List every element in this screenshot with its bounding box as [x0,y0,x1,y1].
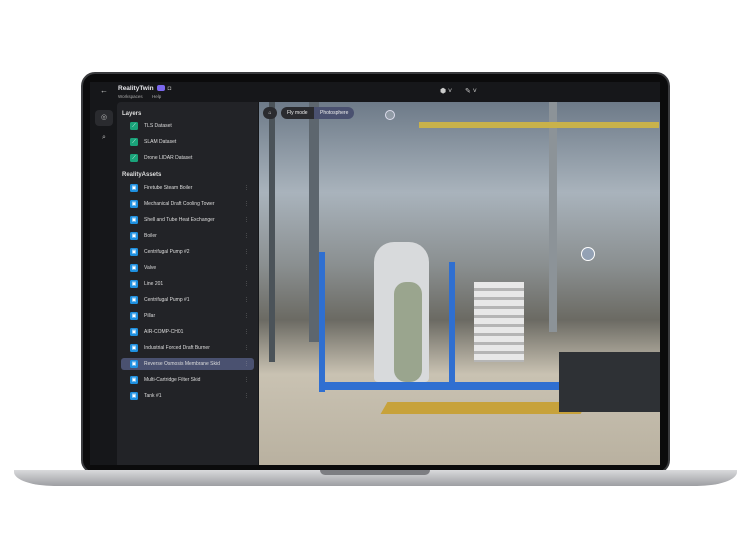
asset-item[interactable]: ▣ Reverse Osmosis Membrane Skid ⋮ [121,358,254,370]
asset-item[interactable]: ▣ Centrifugal Pump #2 ⋮ [121,246,254,258]
asset-label: Centrifugal Pump #1 [144,297,190,303]
photosphere-viewport[interactable]: ⌂ Fly mode Photosphere [259,102,660,465]
layers-heading: Layers [122,111,142,117]
more-menu-icon[interactable]: ⋮ [244,390,249,402]
asset-icon: ▣ [130,184,138,192]
layer-label: TLS Dataset [144,123,172,129]
more-menu-icon[interactable]: ⋮ [244,246,249,258]
asset-label: Shell and Tube Heat Exchanger [144,217,215,223]
layer-label: Drone LIDAR Dataset [144,155,193,161]
asset-icon: ▣ [130,344,138,352]
asset-icon: ▣ [130,232,138,240]
asset-icon: ▣ [130,376,138,384]
pen-icon[interactable]: ✎ ˅ [465,87,477,95]
asset-label: Tank #1 [144,393,162,399]
nav-help[interactable]: Help [152,94,161,99]
asset-item[interactable]: ▣ Centrifugal Pump #1 ⋮ [121,294,254,306]
asset-label: Industrial Forced Draft Burner [144,345,210,351]
asset-item[interactable]: ▣ Boiler ⋮ [121,230,254,242]
more-menu-icon[interactable]: ⋮ [244,214,249,226]
camera-icon[interactable]: ◘ [168,86,172,92]
asset-icon: ▣ [130,312,138,320]
more-menu-icon[interactable]: ⋮ [244,342,249,354]
app-screen: ← RealityTwin ◘ Workspaces Help ⬢ ˅ ✎ ˅ ◎… [90,82,660,465]
asset-item[interactable]: ▣ AIR-COMP-CH01 ⋮ [121,326,254,338]
fly-mode-button[interactable]: Fly mode [281,107,314,119]
asset-item[interactable]: ▣ Tank #1 ⋮ [121,390,254,402]
home-icon[interactable]: ⌂ [263,107,277,119]
back-arrow-icon[interactable]: ← [100,86,108,95]
assets-heading: RealityAssets [122,172,162,178]
asset-icon: ▣ [130,264,138,272]
more-menu-icon[interactable]: ⋮ [244,198,249,210]
asset-label: Centrifugal Pump #2 [144,249,190,255]
dataset-icon: ⟋ [130,154,138,162]
asset-label: AIR-COMP-CH01 [144,329,184,335]
layer-item[interactable]: ⟋ SLAM Dataset [121,136,254,148]
asset-label: Firetube Steam Boiler [144,185,193,191]
layers-panel: Layers RealityAssets ⟋ TLS Dataset ⟋ SLAM D… [117,102,258,465]
asset-item[interactable]: ▣ Shell and Tube Heat Exchanger ⋮ [121,214,254,226]
asset-item[interactable]: ▣ Valve ⋮ [121,262,254,274]
more-menu-icon[interactable]: ⋮ [244,262,249,274]
asset-item[interactable]: ▣ Pillar ⋮ [121,310,254,322]
more-menu-icon[interactable]: ⋮ [244,182,249,194]
asset-item[interactable]: ▣ Mechanical Draft Cooling Tower ⋮ [121,198,254,210]
asset-icon: ▣ [130,296,138,304]
asset-icon: ▣ [130,280,138,288]
asset-item[interactable]: ▣ Industrial Forced Draft Burner ⋮ [121,342,254,354]
app-title: RealityTwin [118,85,154,92]
nav-workspaces[interactable]: Workspaces [118,94,143,99]
dataset-icon: ⟋ [130,122,138,130]
asset-icon: ▣ [130,216,138,224]
laptop-notch [320,470,430,475]
more-menu-icon[interactable]: ⋮ [244,278,249,290]
asset-label: Valve [144,265,157,271]
more-menu-icon[interactable]: ⋮ [244,310,249,322]
asset-item[interactable]: ▣ Firetube Steam Boiler ⋮ [121,182,254,194]
workspace-badge-icon[interactable] [156,85,165,92]
search-icon[interactable]: ⌕ [95,130,113,146]
asset-item[interactable]: ▣ Line 201 ⋮ [121,278,254,290]
photosphere-marker-icon[interactable] [581,247,595,261]
layer-label: SLAM Dataset [144,139,177,145]
layer-item[interactable]: ⟋ Drone LIDAR Dataset [121,152,254,164]
more-menu-icon[interactable]: ⋮ [244,294,249,306]
asset-label: Pillar [144,313,156,319]
dataset-icon: ⟋ [130,138,138,146]
more-menu-icon[interactable]: ⋮ [244,230,249,242]
cube-view-icon[interactable]: ⬢ ˅ [440,87,452,95]
left-rail: ◎ ⌕ [90,102,117,465]
asset-label: Boiler [144,233,157,239]
layers-icon[interactable]: ◎ [95,110,113,126]
asset-label: Multi-Cartridge Filter Skid [144,377,201,383]
more-menu-icon[interactable]: ⋮ [244,358,249,370]
asset-label: Line 201 [144,281,164,287]
layer-item[interactable]: ⟋ TLS Dataset [121,120,254,132]
more-menu-icon[interactable]: ⋮ [244,326,249,338]
photosphere-button[interactable]: Photosphere [314,107,355,119]
asset-icon: ▣ [130,360,138,368]
photosphere-marker-icon[interactable] [385,110,395,120]
asset-icon: ▣ [130,392,138,400]
asset-label: Mechanical Draft Cooling Tower [144,201,215,207]
top-bar: ← RealityTwin ◘ Workspaces Help ⬢ ˅ ✎ ˅ [90,82,660,102]
asset-icon: ▣ [130,200,138,208]
asset-icon: ▣ [130,248,138,256]
asset-label: Reverse Osmosis Membrane Skid [144,361,220,367]
more-menu-icon[interactable]: ⋮ [244,374,249,386]
asset-icon: ▣ [130,328,138,336]
asset-item[interactable]: ▣ Multi-Cartridge Filter Skid ⋮ [121,374,254,386]
